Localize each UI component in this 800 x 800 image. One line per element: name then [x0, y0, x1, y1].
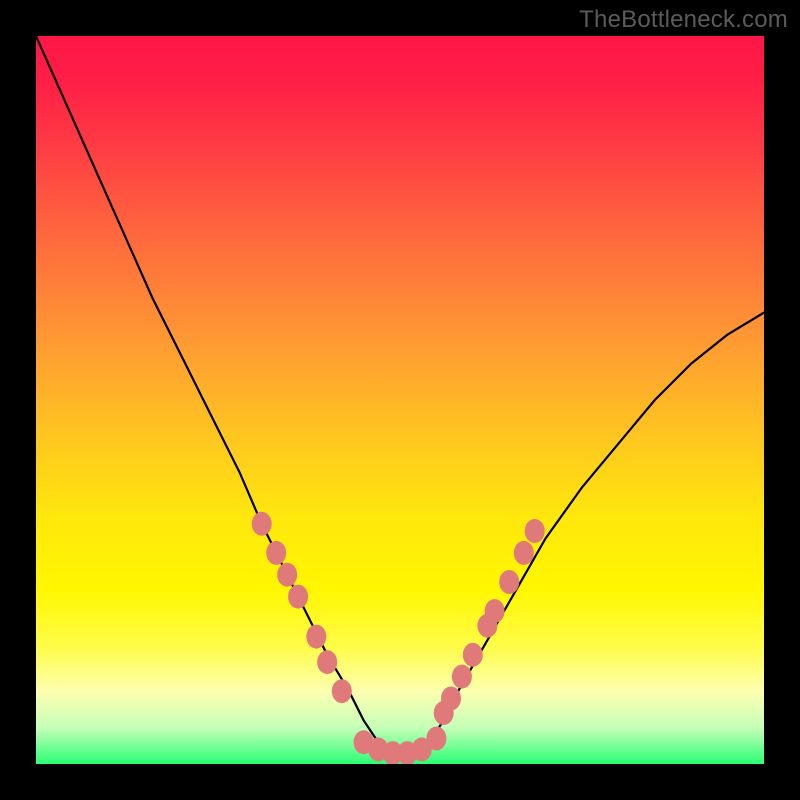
watermark-text: TheBottleneck.com: [579, 6, 788, 34]
data-dot: [252, 512, 272, 536]
data-dot: [317, 650, 337, 674]
data-dot: [441, 687, 461, 711]
data-dot: [525, 519, 545, 543]
data-dot: [306, 625, 326, 649]
chart-frame: TheBottleneck.com: [0, 0, 800, 800]
data-dot: [514, 541, 534, 565]
data-dot: [332, 679, 352, 703]
data-dot: [485, 599, 505, 623]
chart-plot-area: [36, 36, 764, 764]
data-dots: [252, 512, 545, 764]
data-dot: [277, 563, 297, 587]
data-dot: [499, 570, 519, 594]
data-dot: [452, 665, 472, 689]
bottleneck-curve: [36, 36, 764, 757]
data-dot: [426, 727, 446, 751]
data-dot: [288, 585, 308, 609]
chart-svg: [36, 36, 764, 764]
data-dot: [463, 643, 483, 667]
data-dot: [266, 541, 286, 565]
